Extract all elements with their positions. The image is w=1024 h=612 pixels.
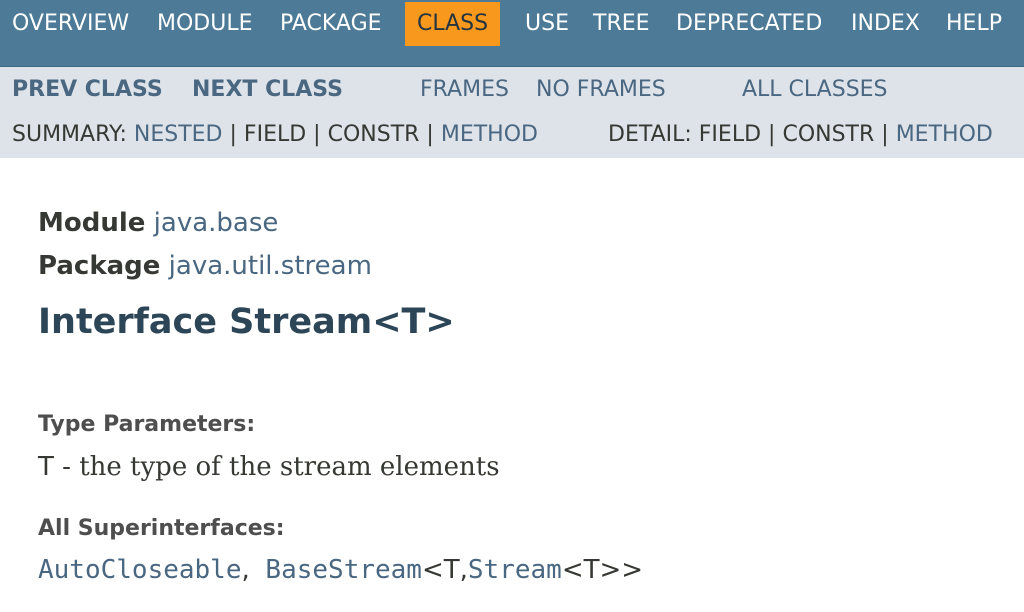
separator: | — [881, 122, 889, 147]
summary-constr: CONSTR — [327, 122, 420, 147]
type-parameter-text: - the type of the stream elements — [53, 452, 500, 482]
summary-field: FIELD — [243, 122, 307, 147]
nav-use[interactable]: USE — [525, 2, 569, 46]
generic-close: <T>> — [561, 555, 644, 585]
detail-constr: CONSTR — [782, 122, 875, 147]
frames-link[interactable]: FRAMES — [420, 75, 509, 105]
separator: | — [768, 122, 776, 147]
type-parameter-description: T - the type of the stream elements — [38, 452, 500, 482]
separator: | — [229, 122, 237, 147]
module-line: Module java.base — [38, 208, 278, 238]
detail-method-link[interactable]: METHOD — [896, 122, 993, 147]
package-line: Package java.util.stream — [38, 251, 372, 281]
generic-open: <T, — [421, 555, 468, 585]
nav-package[interactable]: PACKAGE — [280, 2, 382, 46]
detail-field: FIELD — [698, 122, 762, 147]
package-label: Package — [38, 251, 161, 281]
summary-nav: SUMMARY: NESTED | FIELD | CONSTR | METHO… — [12, 120, 538, 150]
module-link[interactable]: java.base — [154, 208, 279, 238]
separator: | — [313, 122, 321, 147]
autocloseable-link[interactable]: AutoCloseable — [38, 555, 242, 585]
stream-link[interactable]: Stream — [468, 555, 562, 585]
detail-label: DETAIL: — [608, 122, 692, 147]
nav-overview[interactable]: OVERVIEW — [12, 2, 129, 46]
comma: , — [241, 555, 250, 585]
superinterfaces-list: AutoCloseable, BaseStream<T,Stream<T>> — [38, 555, 643, 585]
next-class-link[interactable]: NEXT CLASS — [192, 75, 343, 105]
nav-tree[interactable]: TREE — [593, 2, 650, 46]
prev-class-link[interactable]: PREV CLASS — [12, 75, 163, 105]
summary-nested-link[interactable]: NESTED — [134, 122, 223, 147]
all-classes-link[interactable]: ALL CLASSES — [742, 75, 888, 105]
top-nav-bar: OVERVIEW MODULE PACKAGE CLASS USE TREE D… — [0, 0, 1024, 67]
type-parameters-label: Type Parameters: — [38, 412, 256, 437]
package-link[interactable]: java.util.stream — [169, 251, 372, 281]
detail-nav: DETAIL: FIELD | CONSTR | METHOD — [608, 120, 993, 150]
nav-help[interactable]: HELP — [946, 2, 1002, 46]
nav-index[interactable]: INDEX — [851, 2, 920, 46]
nav-class[interactable]: CLASS — [405, 2, 501, 46]
summary-label: SUMMARY: — [12, 122, 127, 147]
sub-nav-bar: PREV CLASS NEXT CLASS FRAMES NO FRAMES A… — [0, 67, 1024, 158]
summary-method-link[interactable]: METHOD — [441, 122, 538, 147]
nav-deprecated[interactable]: DEPRECATED — [676, 2, 822, 46]
module-label: Module — [38, 208, 146, 238]
page-title: Interface Stream<T> — [38, 302, 455, 342]
nav-module[interactable]: MODULE — [157, 2, 253, 46]
basestream-link[interactable]: BaseStream — [265, 555, 422, 585]
type-parameter-name: T — [38, 452, 54, 482]
superinterfaces-label: All Superinterfaces: — [38, 516, 285, 541]
separator: | — [426, 122, 434, 147]
no-frames-link[interactable]: NO FRAMES — [536, 75, 666, 105]
